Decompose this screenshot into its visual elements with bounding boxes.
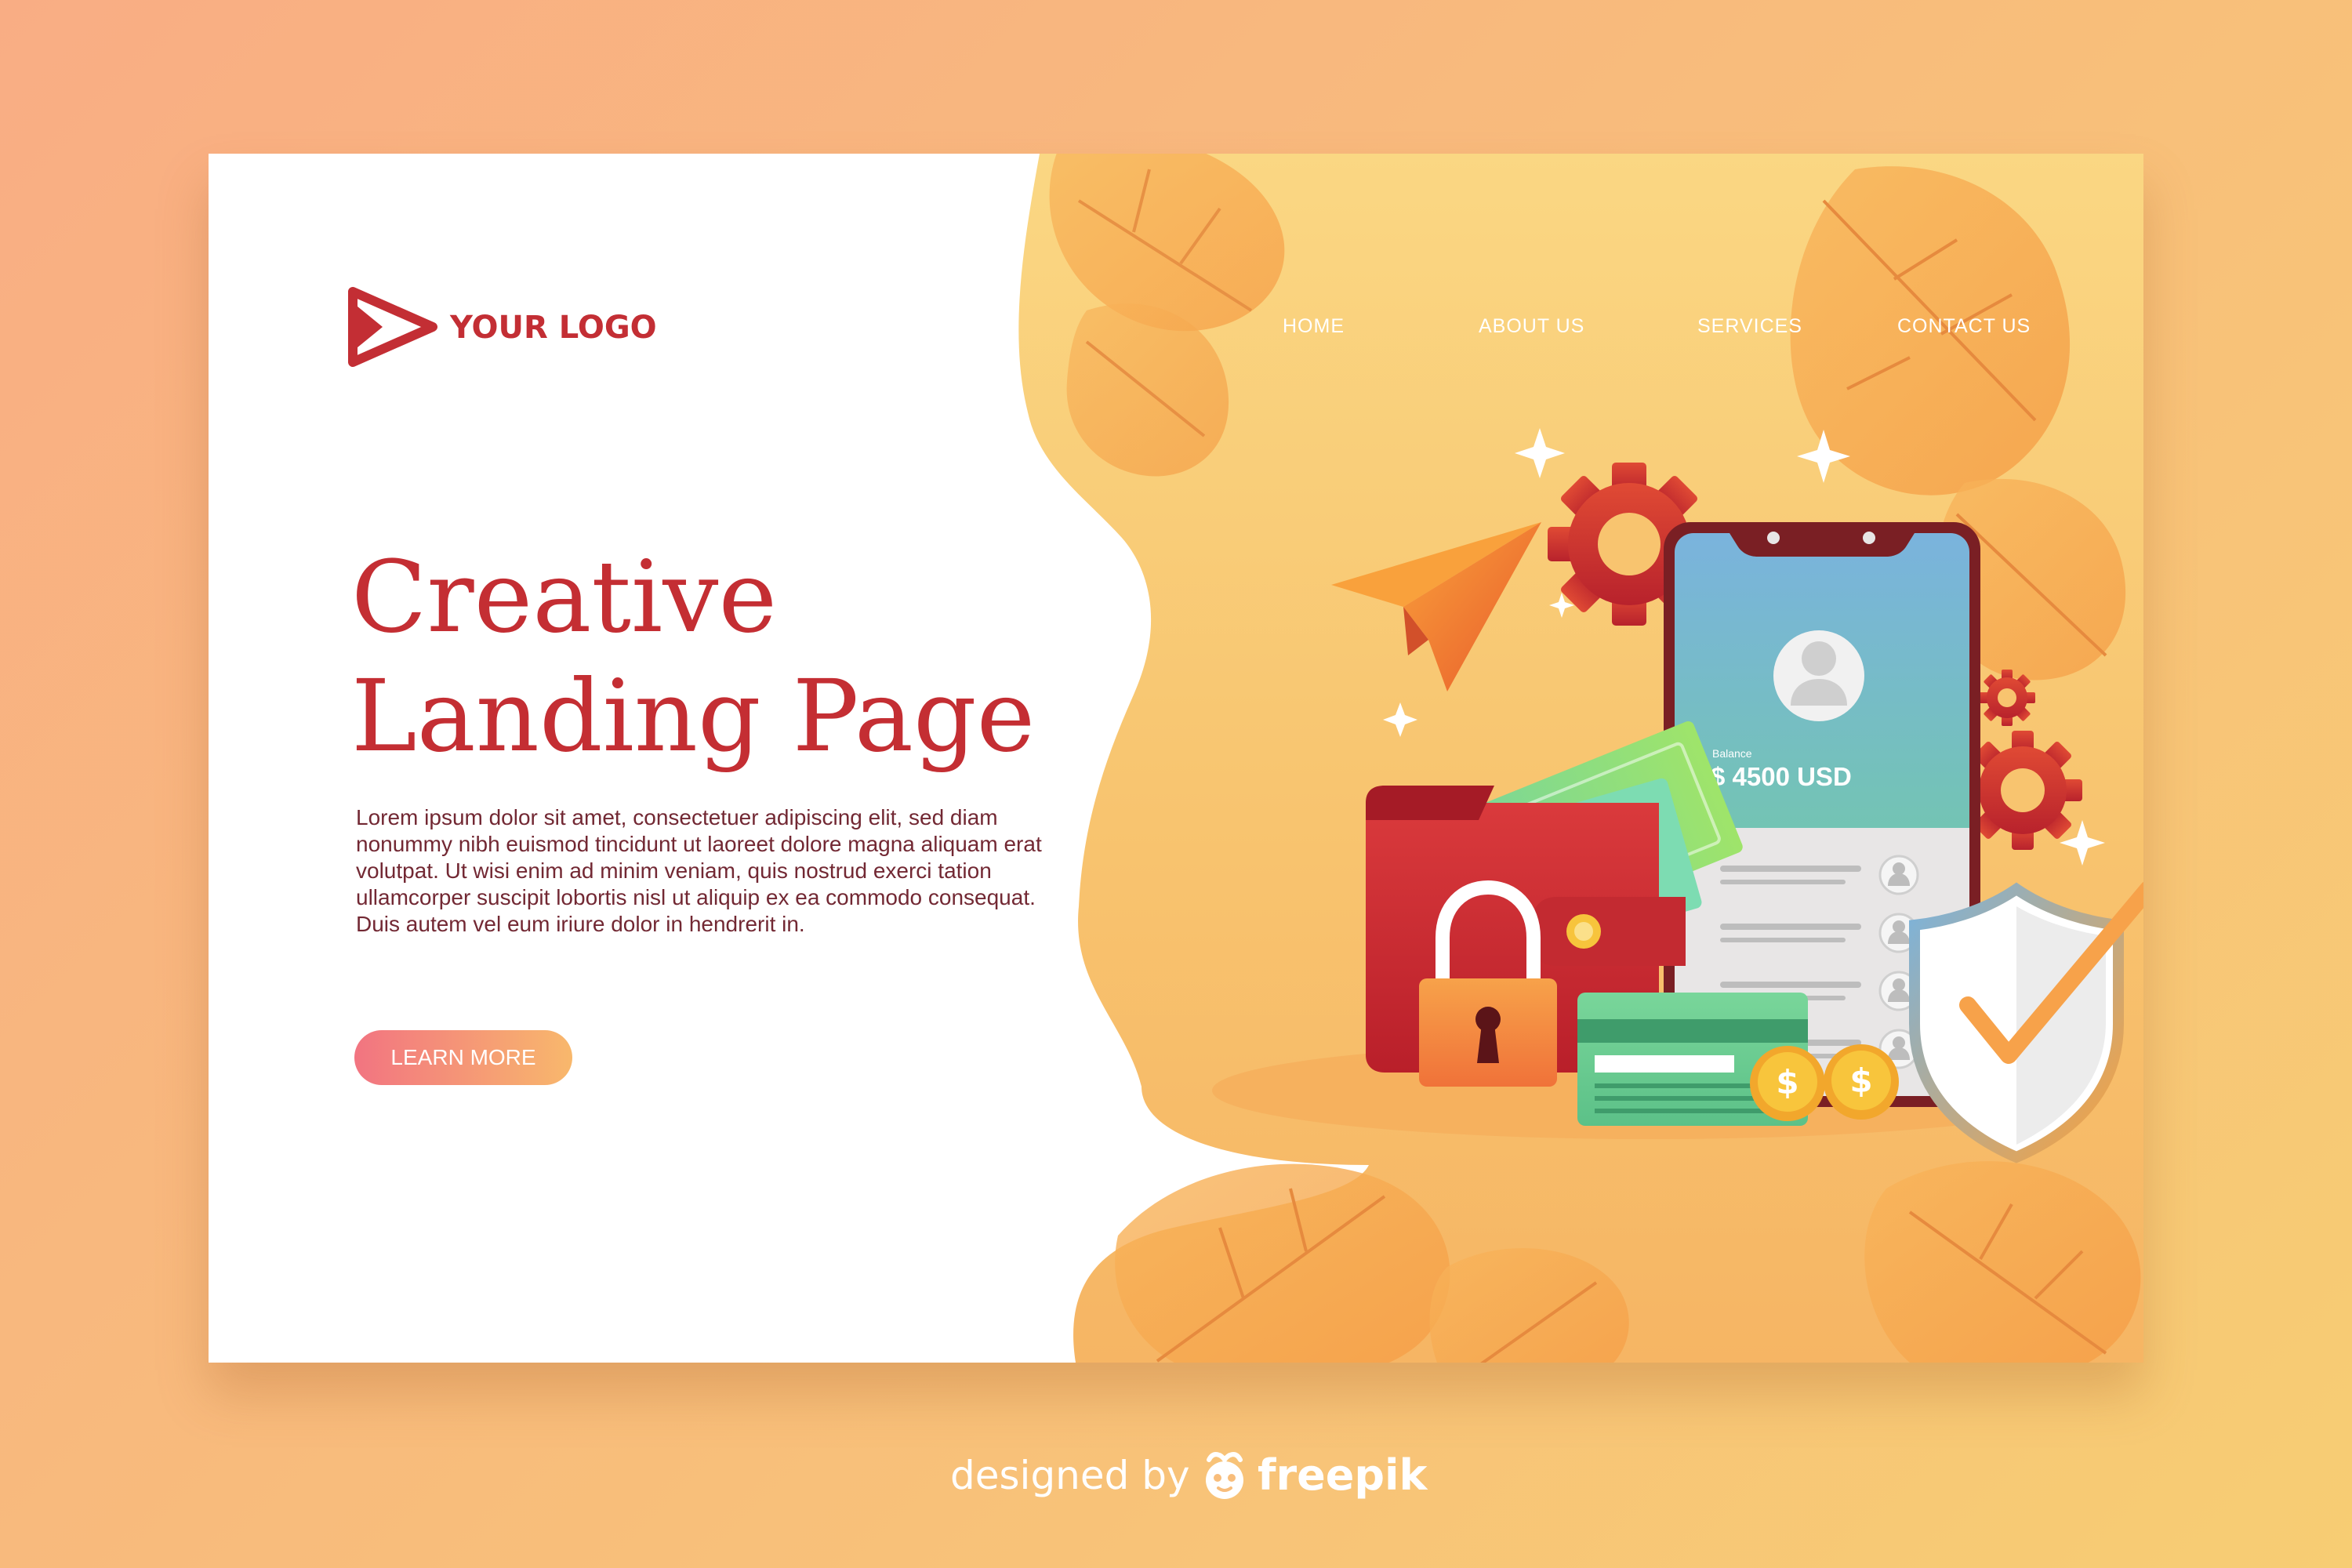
headline-line-1: Creative — [351, 539, 778, 655]
headline-line-2: Landing Page — [351, 659, 1036, 774]
coin-icon: $ — [1750, 1046, 1825, 1121]
user-avatar-icon — [1878, 855, 1919, 895]
balance-label: Balance — [1712, 747, 1752, 760]
gear-icon — [1979, 670, 2035, 726]
page-title: Creative Landing Page — [351, 538, 1057, 776]
freepik-logo-icon — [1206, 1452, 1243, 1499]
main-nav: HOME ABOUT US SERVICES CONTACT US — [209, 303, 2143, 350]
leaf-icon — [1115, 1163, 1450, 1363]
nav-about-us[interactable]: ABOUT US — [1479, 303, 1584, 350]
nav-services[interactable]: SERVICES — [1697, 303, 1802, 350]
learn-more-button[interactable]: LEARN MORE — [354, 1030, 572, 1085]
nav-contact-us[interactable]: CONTACT US — [1897, 303, 2031, 350]
designer-credit: designed by freepik — [950, 1443, 1427, 1508]
hero-description: Lorem ipsum dolor sit amet, consectetuer… — [356, 805, 1042, 936]
coin-symbol: $ — [1776, 1063, 1798, 1102]
credit-prefix: designed by — [950, 1453, 1190, 1498]
gear-icon — [1963, 731, 2082, 850]
user-avatar-icon — [1773, 630, 1864, 721]
coin-symbol: $ — [1849, 1062, 1872, 1100]
balance-value: $ 4500 USD — [1711, 762, 1852, 791]
coin-icon: $ — [1824, 1044, 1899, 1120]
landing-page-card: Balance $ 4500 USD $ $ YOUR LOGO HOME AB… — [209, 154, 2143, 1363]
credit-brand: freepik — [1258, 1450, 1428, 1500]
nav-home[interactable]: HOME — [1283, 303, 1345, 350]
